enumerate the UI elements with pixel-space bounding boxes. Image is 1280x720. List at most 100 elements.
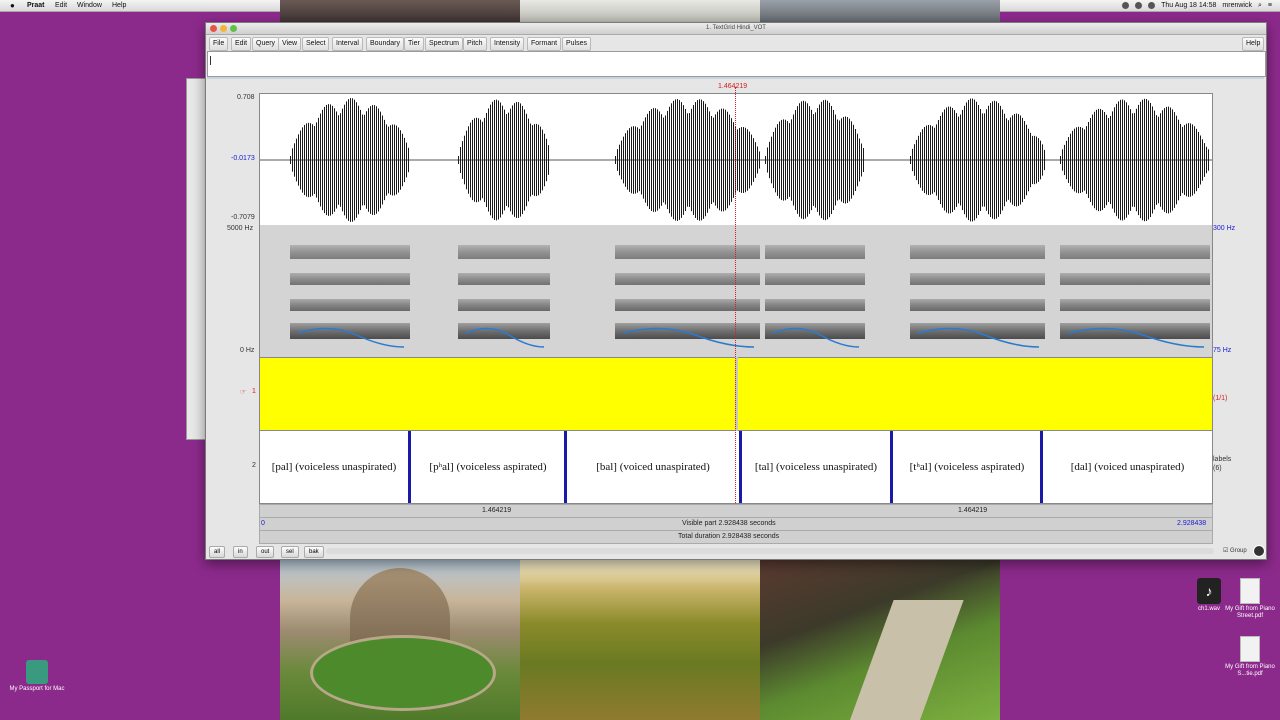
waveform-sample (679, 100, 680, 220)
volume-icon[interactable] (1148, 2, 1156, 9)
waveform-sample (709, 111, 710, 209)
waveform-sample (1000, 105, 1001, 215)
waveform-sample (388, 126, 389, 194)
menu-help[interactable]: Help (112, 0, 126, 11)
segment-bar[interactable]: 1.464219 1.464219 (259, 504, 1213, 518)
waveform-sample (847, 117, 848, 203)
waveform-sample (751, 134, 752, 186)
waveform-sample (639, 128, 640, 192)
formant-band (1060, 273, 1210, 285)
waveform-sample (464, 135, 465, 185)
waveform-sample (765, 156, 766, 164)
waveform-sample (1064, 144, 1065, 176)
zoom-out-button[interactable]: out (256, 546, 275, 558)
waveform-sample (1108, 118, 1109, 202)
waveform-sample (1172, 109, 1173, 211)
menu-edit[interactable]: Edit (55, 0, 67, 11)
minimize-icon[interactable] (220, 25, 227, 32)
resize-icon[interactable] (1253, 545, 1265, 557)
horizontal-scrollbar[interactable] (326, 548, 1214, 554)
status-icon[interactable] (1122, 2, 1130, 9)
waveform-sample (516, 101, 517, 219)
desktop-icon-pdf1[interactable]: My Gift from Piano Street.pdf (1222, 578, 1278, 620)
interval-phal[interactable]: [pʰal] (voiceless aspirated) (411, 431, 565, 503)
total-duration-label[interactable]: Total duration 2.928438 seconds (678, 531, 779, 543)
waveform-sample (699, 99, 700, 221)
menu-view[interactable]: View (278, 37, 302, 51)
zoom-back-button[interactable]: bak (304, 546, 324, 558)
zoom-icon[interactable] (230, 25, 237, 32)
waveform-sample (496, 99, 497, 221)
desktop-icon-wav[interactable]: ♪ ch1.wav (1193, 578, 1225, 613)
menu-select[interactable]: Select (302, 37, 330, 51)
waveform-sample (972, 98, 973, 222)
menu-intensity[interactable]: Intensity (490, 37, 525, 51)
left-segment-duration[interactable]: 1.464219 (482, 505, 511, 517)
tier-2[interactable]: [pal] (voiceless unaspirated) [pʰal] (vo… (259, 430, 1213, 504)
apple-icon[interactable]: ● (10, 0, 15, 11)
interval-pal[interactable]: [pal] (voiceless unaspirated) (260, 431, 408, 503)
close-icon[interactable] (210, 25, 217, 32)
waveform-panel[interactable] (259, 93, 1213, 226)
interval-dal[interactable]: [dal] (voiced unaspirated) (1043, 431, 1212, 503)
waveform-sample (631, 126, 632, 194)
zoom-sel-button[interactable]: sel (281, 546, 299, 558)
interval-tal[interactable]: [tal] (voiceless unaspirated) (742, 431, 890, 503)
desktop-icon-passport[interactable]: My Passport for Mac (8, 660, 66, 693)
user-name[interactable]: mrenwick (1222, 0, 1252, 11)
list-icon[interactable]: ≡ (1268, 0, 1272, 11)
waveform-sample (380, 111, 381, 209)
waveform-sample (753, 138, 754, 182)
pdf-file-icon (1240, 578, 1260, 604)
waveform-sample (522, 105, 523, 215)
menu-query[interactable]: Query (252, 37, 280, 51)
clock[interactable]: Thu Aug 18 14:58 (1161, 0, 1216, 11)
menu-pitch[interactable]: Pitch (463, 37, 487, 51)
waveform-sample (665, 115, 666, 205)
waveform-sample (334, 108, 335, 212)
zoom-in-button[interactable]: in (233, 546, 248, 558)
waveform-sample (1104, 112, 1105, 208)
waveform-sample (715, 114, 716, 206)
right-segment-duration[interactable]: 1.464219 (958, 505, 987, 517)
waveform-sample (669, 106, 670, 214)
tier1-pointer-icon[interactable]: ☞ (240, 388, 246, 396)
menu-help[interactable]: Help (1242, 37, 1265, 51)
waveform-sample (845, 116, 846, 204)
total-duration-bar[interactable]: Total duration 2.928438 seconds (259, 530, 1213, 544)
waveform-sample (831, 105, 832, 215)
menu-interval[interactable]: Interval (332, 37, 363, 51)
waveform-sample (512, 105, 513, 215)
wifi-icon[interactable] (1135, 2, 1143, 9)
desktop-icon-pdf2[interactable]: My Gift from Piano S...tie.pdf (1222, 636, 1278, 678)
spectrogram-panel[interactable] (259, 225, 1213, 357)
interval-bal[interactable]: [bal] (voiced unaspirated) (567, 431, 739, 503)
textgrid-editor-window: 1. TextGrid Hindi_VOT File Edit Query Vi… (205, 22, 1267, 560)
waveform-sample (1176, 115, 1177, 205)
zoom-all-button[interactable]: all (209, 546, 226, 558)
waveform-sample (677, 99, 678, 221)
waveform-sample (1152, 106, 1153, 214)
menu-tier[interactable]: Tier (404, 37, 424, 51)
visible-part-bar[interactable]: 0 Visible part 2.928438 seconds 2.928438 (259, 517, 1213, 531)
menu-boundary[interactable]: Boundary (366, 37, 404, 51)
visible-part-label[interactable]: Visible part 2.928438 seconds (682, 518, 776, 530)
group-checkbox[interactable]: ☑ Group (1223, 547, 1247, 554)
search-icon[interactable]: ⌕ (1258, 0, 1262, 11)
desktop-photo-field (520, 560, 760, 720)
waveform-sample (1014, 113, 1015, 207)
interval-text-input[interactable] (207, 51, 1266, 77)
menu-spectrum[interactable]: Spectrum (425, 37, 463, 51)
waveform-sample (1136, 108, 1137, 212)
waveform-sample (310, 123, 311, 197)
menu-edit[interactable]: Edit (231, 37, 252, 51)
menu-window[interactable]: Window (77, 0, 102, 11)
menu-file[interactable]: File (209, 37, 229, 51)
interval-thal[interactable]: [tʰal] (voiceless aspirated) (893, 431, 1041, 503)
menu-app-praat[interactable]: Praat (27, 0, 45, 11)
waveform-sample (478, 118, 479, 202)
menu-formant[interactable]: Formant (527, 37, 562, 51)
waveform-sample (364, 114, 365, 206)
waveform-sample (1040, 140, 1041, 180)
menu-pulses[interactable]: Pulses (562, 37, 592, 51)
